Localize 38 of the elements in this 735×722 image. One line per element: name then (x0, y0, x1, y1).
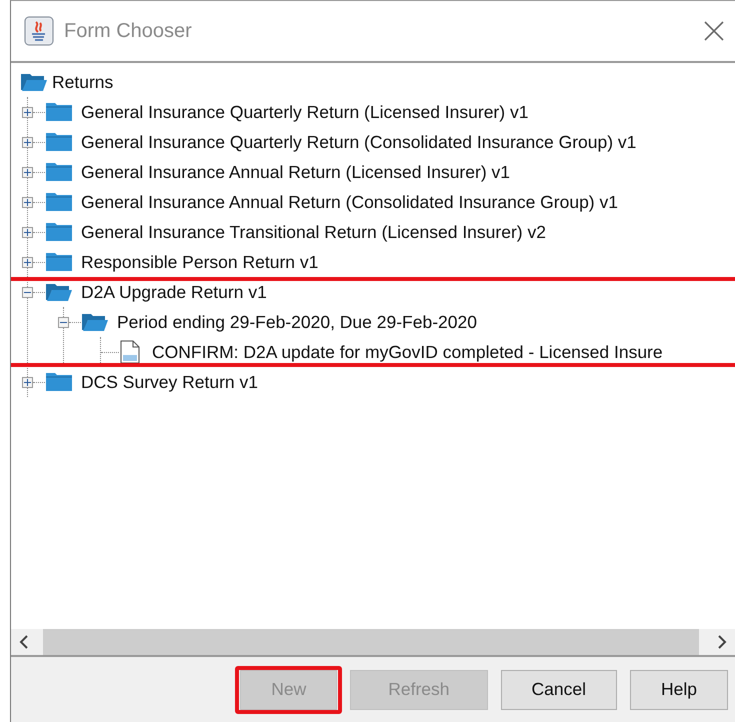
folder-icon (45, 132, 73, 152)
tree-item[interactable]: General Insurance Quarterly Return (Consolidated Insurance Group) v1 (81, 131, 636, 153)
expand-toggle[interactable] (22, 106, 33, 118)
tree-item[interactable]: General Insurance Annual Return (Consolidated Insurance Group) v1 (81, 191, 618, 213)
tree-item[interactable]: Responsible Person Return v1 (81, 251, 318, 273)
tree-item[interactable]: DCS Survey Return v1 (81, 371, 258, 393)
folder-icon (45, 252, 73, 272)
folder-icon (45, 222, 73, 242)
java-app-icon (24, 16, 54, 46)
tree-item[interactable]: Returns (52, 72, 114, 92)
expand-toggle[interactable] (22, 256, 33, 268)
close-icon[interactable] (703, 20, 725, 42)
scroll-left-icon[interactable] (19, 635, 29, 649)
expand-toggle[interactable] (22, 196, 33, 208)
folder-icon (45, 162, 73, 182)
open-folder-icon (45, 282, 73, 302)
tree-item[interactable]: General Insurance Annual Return (Licensed Insurer) v1 (81, 161, 510, 183)
scrollbar-thumb[interactable] (43, 629, 699, 655)
dialog-button[interactable]: Help (630, 670, 728, 710)
expand-toggle[interactable] (22, 136, 33, 148)
expand-toggle[interactable] (22, 376, 33, 388)
window-title: Form Chooser (64, 20, 192, 42)
folder-icon (45, 372, 73, 392)
scroll-right-icon[interactable] (717, 635, 727, 649)
tree-item[interactable]: General Insurance Quarterly Return (Licensed Insurer) v1 (81, 101, 528, 123)
dialog-button[interactable]: Cancel (500, 670, 617, 710)
folder-icon (45, 102, 73, 122)
expand-toggle[interactable] (22, 226, 33, 238)
tree-item[interactable]: General Insurance Transitional Return (Licensed Insurer) v2 (81, 221, 546, 243)
open-folder-icon (81, 312, 109, 332)
folder-icon (45, 192, 73, 212)
collapse-toggle[interactable] (58, 316, 69, 328)
tree-item[interactable]: CONFIRM: D2A update for myGovID completed - Licensed Insure (152, 341, 663, 363)
collapse-toggle[interactable] (22, 286, 33, 298)
tree-item[interactable]: D2A Upgrade Return v1 (81, 281, 267, 303)
document-icon (119, 340, 141, 364)
expand-toggle[interactable] (22, 166, 33, 178)
tree-item[interactable]: Period ending 29-Feb-2020, Due 29-Feb-2020 (117, 311, 477, 333)
